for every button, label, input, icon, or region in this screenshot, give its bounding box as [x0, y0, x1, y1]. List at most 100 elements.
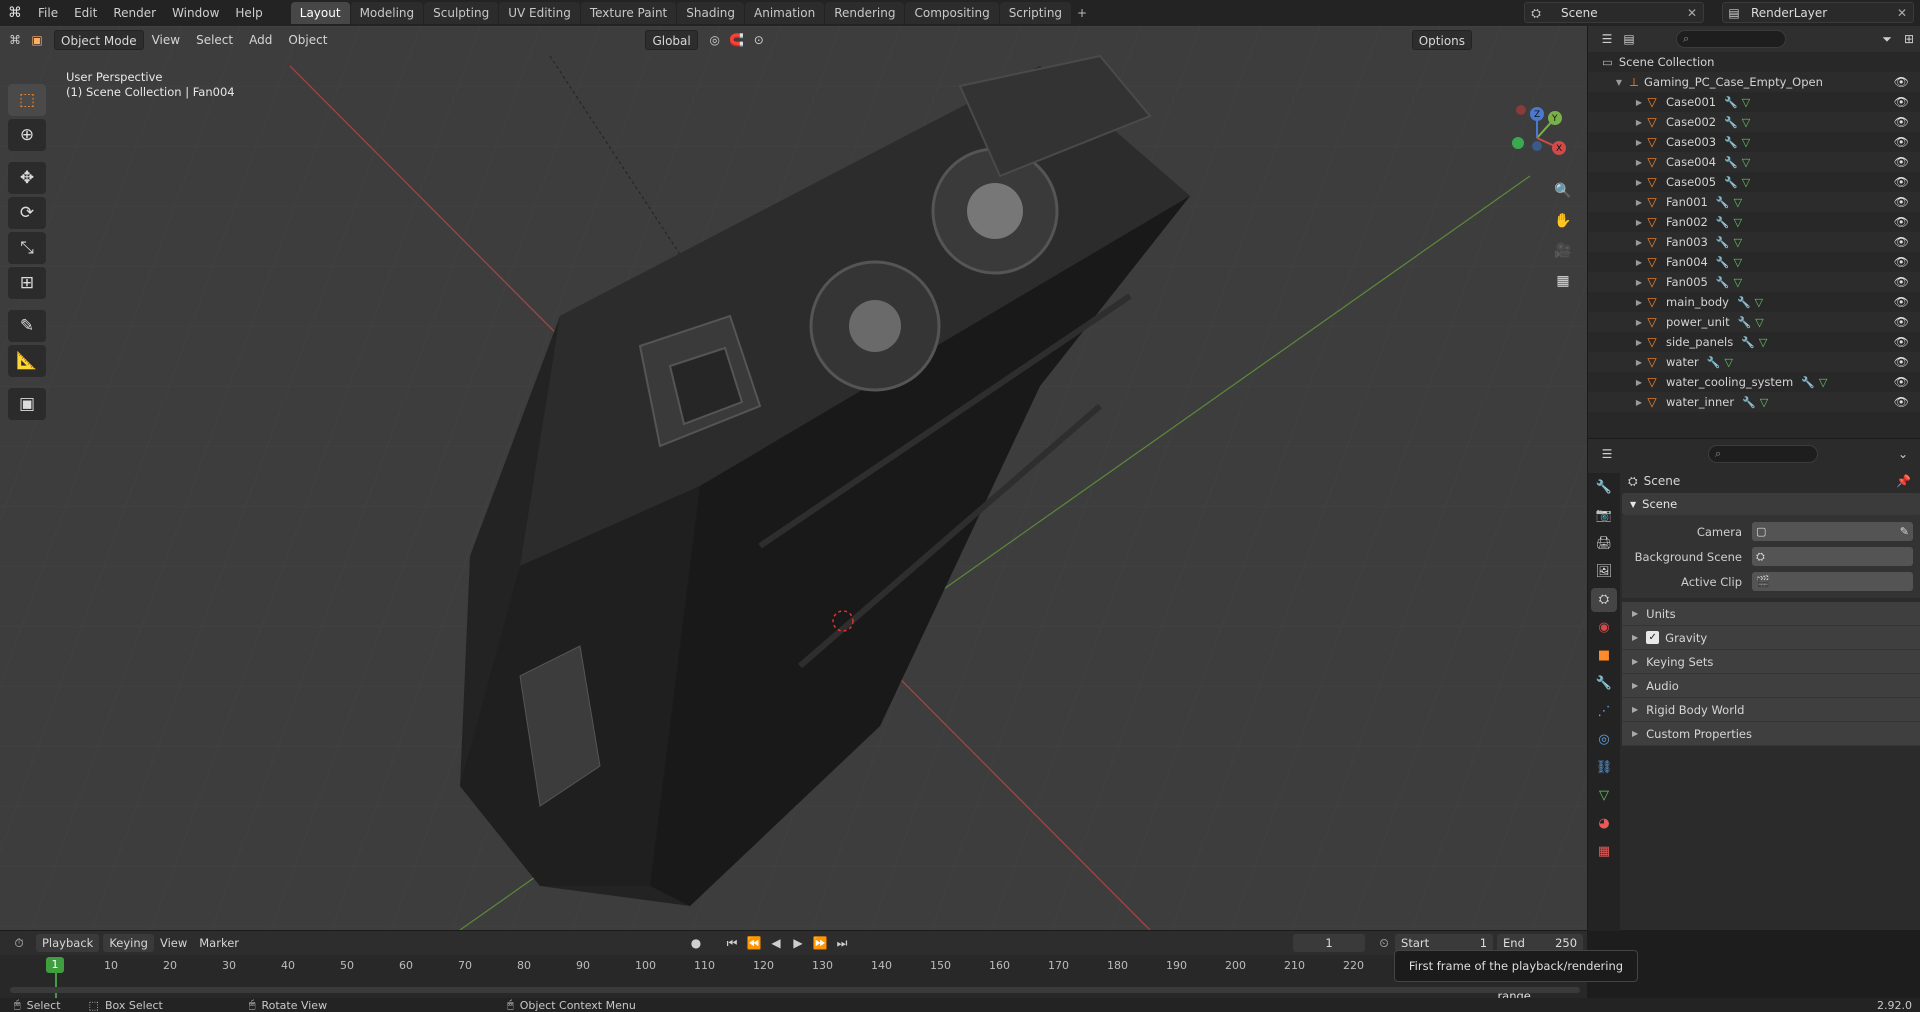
pivot-icon[interactable]: ◎ — [704, 31, 726, 49]
gravity-checkbox[interactable]: ✓ — [1646, 631, 1660, 644]
timeline-ruler[interactable]: 10 20 30 40 50 60 70 80 90 100 110 120 130 140 150 160 1… — [0, 955, 1587, 977]
modifier-icon[interactable]: 🔧 — [1716, 236, 1730, 249]
active-clip-field[interactable]: 🎬 — [1752, 572, 1913, 591]
expand-icon[interactable]: ▶ — [1634, 258, 1644, 267]
menu-render[interactable]: Render — [105, 2, 164, 24]
mesh-data-icon[interactable]: ▽ — [1724, 356, 1732, 369]
expand-icon[interactable]: ▶ — [1634, 278, 1644, 287]
timeline-menu-marker[interactable]: Marker — [193, 934, 245, 952]
visibility-eye-icon[interactable]: 👁 — [1894, 335, 1909, 349]
options-dropdown[interactable]: Options — [1411, 30, 1473, 50]
expand-icon[interactable]: ▶ — [1634, 198, 1644, 207]
workspace-tab-sculpting[interactable]: Sculpting — [424, 2, 499, 24]
visibility-eye-icon[interactable]: 👁 — [1894, 355, 1909, 369]
workspace-tab-scripting[interactable]: Scripting — [999, 2, 1072, 24]
mesh-data-icon[interactable]: ▽ — [1734, 196, 1742, 209]
visibility-eye-icon[interactable]: 👁 — [1894, 155, 1909, 169]
proportional-edit-icon[interactable]: ⊙ — [748, 31, 770, 49]
expand-icon[interactable]: ▶ — [1634, 158, 1644, 167]
workspace-tab-layout[interactable]: Layout — [290, 2, 350, 24]
visibility-eye-icon[interactable]: 👁 — [1894, 235, 1909, 249]
outliner-item[interactable]: ▶ ▽ Case004 🔧 ▽ 👁 — [1588, 152, 1920, 172]
transform-orientation-dropdown[interactable]: Global — [645, 30, 698, 50]
object-tab-icon[interactable]: ■ — [1591, 644, 1617, 668]
menu-edit[interactable]: Edit — [66, 2, 105, 24]
outliner-item[interactable]: ▶ ▽ water_cooling_system 🔧 ▽ 👁 — [1588, 372, 1920, 392]
annotate-tool[interactable]: ✎ — [8, 310, 46, 342]
workspace-tab-texture-paint[interactable]: Texture Paint — [580, 2, 677, 24]
visibility-eye-icon[interactable]: 👁 — [1894, 395, 1909, 409]
mesh-data-icon[interactable]: ▽ — [1819, 376, 1827, 389]
modifier-icon[interactable]: 🔧 — [1724, 136, 1738, 149]
scene-selector[interactable]: ⛭ Scene ✕ — [1524, 2, 1704, 23]
select-box-tool[interactable]: ⬚ — [8, 84, 46, 116]
snap-icon[interactable]: 🧲 — [726, 31, 748, 49]
mesh-data-icon[interactable]: ▽ — [1742, 96, 1750, 109]
next-keyframe-icon[interactable]: ⏩ — [809, 934, 831, 952]
mesh-data-icon[interactable]: ▽ — [1742, 156, 1750, 169]
constraints-tab-icon[interactable]: ⛓ — [1591, 756, 1617, 780]
playback-dropdown[interactable]: Playback — [36, 934, 100, 952]
modifier-icon[interactable]: 🔧 — [1716, 276, 1730, 289]
modifier-icon[interactable]: 🔧 — [1716, 216, 1730, 229]
modifier-icon[interactable]: 🔧 — [1742, 396, 1756, 409]
outliner-item[interactable]: ▶ ▽ Case003 🔧 ▽ 👁 — [1588, 132, 1920, 152]
editor-type-icon[interactable]: ⌘ — [4, 31, 26, 49]
expand-icon[interactable]: ▶ — [1634, 98, 1644, 107]
prev-keyframe-icon[interactable]: ⏪ — [743, 934, 765, 952]
outliner-item[interactable]: ▶ ▽ Fan003 🔧 ▽ 👁 — [1588, 232, 1920, 252]
expand-icon[interactable]: ▶ — [1634, 298, 1644, 307]
modifier-tab-icon[interactable]: 🔧 — [1591, 672, 1617, 696]
mesh-data-icon[interactable]: ▽ — [1734, 256, 1742, 269]
scene-collection-row[interactable]: ▭ Scene Collection — [1588, 52, 1920, 72]
workspace-tab-modeling[interactable]: Modeling — [350, 2, 424, 24]
mesh-data-icon[interactable]: ▽ — [1760, 396, 1768, 409]
viewport-menu-select[interactable]: Select — [188, 33, 241, 47]
camera-field[interactable]: ▢ ✎ — [1752, 522, 1913, 541]
workspace-tab-rendering[interactable]: Rendering — [825, 2, 905, 24]
close-icon[interactable]: ✕ — [1687, 6, 1697, 20]
outliner-item[interactable]: ▶ ▽ Fan004 🔧 ▽ 👁 — [1588, 252, 1920, 272]
current-frame-indicator[interactable]: 1 — [46, 957, 64, 973]
expand-icon[interactable]: ▶ — [1634, 118, 1644, 127]
menu-window[interactable]: Window — [164, 2, 227, 24]
modifier-icon[interactable]: 🔧 — [1737, 296, 1751, 309]
keying-dropdown[interactable]: Keying — [103, 934, 154, 952]
mesh-data-icon[interactable]: ▽ — [1755, 316, 1763, 329]
pan-hand-icon[interactable]: ✋ — [1550, 208, 1576, 234]
select-mode-icon[interactable]: ▣ — [26, 31, 48, 49]
timeline-scrollbar[interactable] — [10, 987, 1580, 993]
modifier-icon[interactable]: 🔧 — [1738, 316, 1752, 329]
mesh-data-icon[interactable]: ▽ — [1742, 116, 1750, 129]
mesh-data-icon[interactable]: ▽ — [1734, 216, 1742, 229]
modifier-icon[interactable]: 🔧 — [1724, 176, 1738, 189]
particles-tab-icon[interactable]: ⋰ — [1591, 700, 1617, 724]
visibility-eye-icon[interactable]: 👁 — [1894, 215, 1909, 229]
mesh-data-icon[interactable]: ▽ — [1742, 176, 1750, 189]
visibility-eye-icon[interactable]: 👁 — [1894, 135, 1909, 149]
mesh-data-icon[interactable]: ▽ — [1759, 336, 1767, 349]
expand-icon[interactable]: ▶ — [1634, 338, 1644, 347]
outliner-search-input[interactable]: ⌕ — [1676, 30, 1786, 48]
display-mode-icon[interactable]: ▤ — [1618, 30, 1640, 48]
pin-icon[interactable]: 📌 — [1896, 474, 1911, 488]
record-icon[interactable]: ● — [685, 934, 707, 952]
menu-help[interactable]: Help — [227, 2, 270, 24]
mesh-data-icon[interactable]: ▽ — [1734, 236, 1742, 249]
measure-tool[interactable]: 📐 — [8, 345, 46, 377]
visibility-eye-icon[interactable]: 👁 — [1894, 115, 1909, 129]
physics-tab-icon[interactable]: ◎ — [1591, 728, 1617, 752]
subpanel-gravity[interactable]: ▶ ✓ Gravity — [1622, 626, 1920, 650]
expand-icon[interactable]: ▶ — [1634, 218, 1644, 227]
subpanel-keying-sets[interactable]: ▶ Keying Sets — [1622, 650, 1920, 674]
add-workspace-button[interactable]: + — [1072, 2, 1092, 24]
outliner-item[interactable]: ▶ ▽ water_inner 🔧 ▽ 👁 — [1588, 392, 1920, 412]
modifier-icon[interactable]: 🔧 — [1724, 156, 1738, 169]
timeline-menu-view[interactable]: View — [154, 934, 193, 952]
expand-icon[interactable]: ▶ — [1634, 318, 1644, 327]
expand-icon[interactable]: ▶ — [1634, 178, 1644, 187]
expand-icon[interactable]: ▶ — [1634, 138, 1644, 147]
clock-icon[interactable]: ⏲ — [1373, 934, 1395, 952]
object-mode-dropdown[interactable]: Object Mode — [54, 30, 144, 50]
subpanel-audio[interactable]: ▶ Audio — [1622, 674, 1920, 698]
